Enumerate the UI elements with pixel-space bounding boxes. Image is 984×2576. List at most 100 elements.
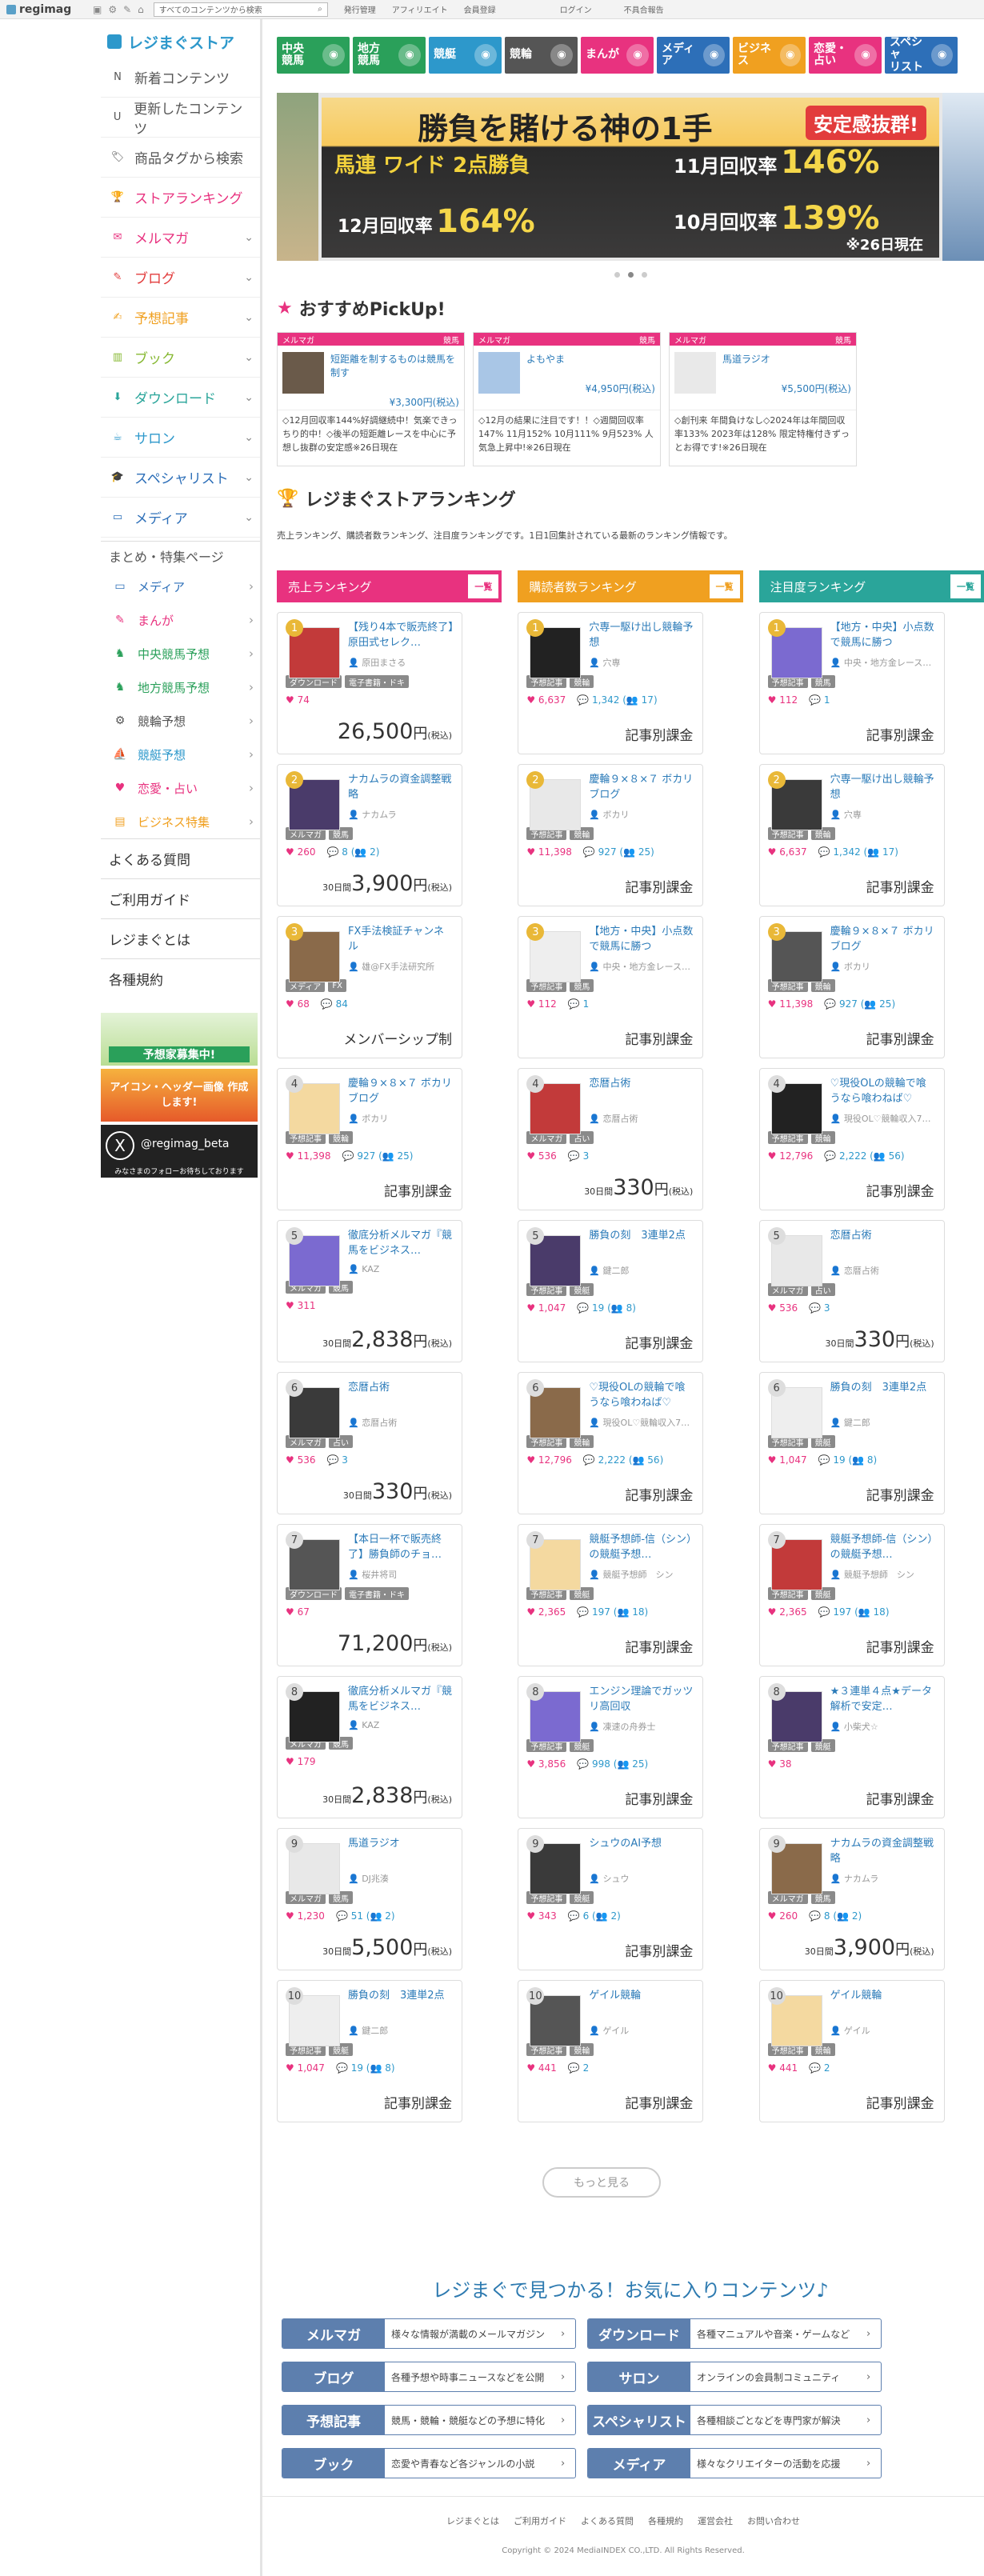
link-login[interactable]: ログイン	[560, 3, 592, 15]
pickup-card[interactable]: メルマガ 競馬 よもやま ¥4,950円(税込) ◇12月の結果に注目です！！◇週間回収…	[473, 332, 661, 466]
content-title[interactable]: 恋暦占術	[589, 1077, 694, 1107]
special-item[interactable]: ⚙ 競輪予想 ›	[101, 704, 260, 738]
content-title[interactable]: FX手法検証チャンネル	[348, 925, 454, 955]
slide-prev[interactable]	[277, 93, 318, 261]
ranking-card[interactable]: 6 勝負の刻 3連単2点 👤 鍵二郎 予想記事 競艇 ♥ 1,047 💬 19 (👥 8) 記…	[758, 1372, 945, 1514]
ranking-card[interactable]: 4 ♡現役OLの競輪で喰うなら喰わねば♡ 👤 現役OL♡競輪収入7… 予想記事 競輪 ♥ …	[758, 1068, 945, 1210]
ranking-card[interactable]: 9 ナカムラの資金調整戦略 👤 ナカムラ メルマガ 競馬 ♥ 260 💬 8 (👥 2) 30…	[758, 1828, 945, 1970]
content-title[interactable]: 穴専一駆け出し競輪予想	[830, 773, 936, 803]
footer-link[interactable]: 運営会社	[698, 2514, 733, 2527]
pickup-title[interactable]: 短距離を制するものは競馬を制す	[330, 352, 459, 379]
brand-logo[interactable]: regimag	[6, 3, 93, 16]
content-title[interactable]: エンジン理論でガッツリ高回収	[589, 1685, 694, 1715]
more-button[interactable]: もっと見る	[542, 2167, 661, 2198]
ranking-card[interactable]: 7 競艇予想師-信（シン）の競艇予想… 👤 競艇予想師 シン 予想記事 競艇 ♥ 2,36…	[758, 1524, 945, 1666]
dot-active[interactable]	[627, 272, 634, 278]
sidebar-item[interactable]: N 新着コンテンツ	[101, 58, 260, 98]
ranking-card[interactable]: 2 ナカムラの資金調整戦略 👤 ナカムラ メルマガ 競馬 ♥ 260 💬 8 (👥 2) 30…	[277, 764, 462, 906]
content-title[interactable]: シュウのAI予想	[589, 1837, 694, 1867]
sidebar-link[interactable]: 各種規約	[101, 958, 260, 998]
sidebar-link[interactable]: ご利用ガイド	[101, 878, 260, 918]
category-button[interactable]: 地方 競馬 ◉	[353, 37, 426, 74]
content-type-link[interactable]: 予想記事 競馬・競輪・競艇などの予想に特化 ›	[282, 2405, 576, 2435]
content-title[interactable]: ナカムラの資金調整戦略	[830, 1837, 936, 1867]
special-item[interactable]: ▤ ビジネス特集 ›	[101, 805, 260, 838]
dot[interactable]	[614, 272, 620, 278]
content-type-link[interactable]: ダウンロード 各種マニュアルや音楽・ゲームなど ›	[587, 2318, 882, 2349]
content-title[interactable]: 穴専一駆け出し競輪予想	[589, 621, 694, 651]
ranking-card[interactable]: 2 穴専一駆け出し競輪予想 👤 穴専 予想記事 競輪 ♥ 6,637 💬 1,342 (👥 …	[758, 764, 945, 906]
chevron-down-icon[interactable]: ⌄	[244, 431, 254, 444]
category-button[interactable]: まんが ◉	[581, 37, 654, 74]
hero-slide[interactable]: 勝負を賭ける神の1手 安定感抜群! 馬連 ワイド 2点勝負 11月回収率 146…	[322, 98, 939, 258]
ranking-card[interactable]: 5 勝負の刻 3連単2点 👤 鍵二郎 予想記事 競艇 ♥ 1,047 💬 19 (👥 8) 記…	[518, 1220, 704, 1362]
sidebar-item[interactable]: 🏆 ストアランキング	[101, 178, 260, 218]
ranking-card[interactable]: 5 恋暦占術 👤 恋暦占術 メルマガ 占い ♥ 536 💬 3 30日間330円(税込)	[758, 1220, 945, 1362]
chevron-down-icon[interactable]: ⌄	[244, 511, 254, 524]
search-input[interactable]: すべてのコンテンツから検索 ⌕	[153, 2, 328, 17]
content-type-link[interactable]: ブック 恋愛や青春など各ジャンルの小説 ›	[282, 2448, 576, 2478]
ranking-card[interactable]: 10 勝負の刻 3連単2点 👤 鍵二郎 予想記事 競艇 ♥ 1,047 💬 19 (👥 8)…	[277, 1980, 462, 2122]
footer-link[interactable]: レジまぐとは	[446, 2514, 499, 2527]
sidebar-item[interactable]: ☕ サロン ⌄	[101, 418, 260, 458]
category-button[interactable]: 競輪 ◉	[505, 37, 578, 74]
sidebar-item[interactable]: 🎓 スペシャリスト ⌄	[101, 458, 260, 498]
content-title[interactable]: 競艇予想師-信（シン）の競艇予想…	[589, 1533, 694, 1563]
content-title[interactable]: 勝負の刻 3連単2点	[348, 1989, 454, 2019]
link-register[interactable]: 会員登録	[464, 3, 496, 15]
ranking-card[interactable]: 3 FX手法検証チャンネル 👤 雄@FX手法研究所 メディア FX ♥ 68 💬 84 メンバ…	[277, 916, 462, 1058]
pickup-card[interactable]: メルマガ 競馬 短距離を制するものは競馬を制す ¥3,300円(税込) ◇12月回収率1…	[277, 332, 465, 466]
banner-x[interactable]: X @regimag_beta みなさまのフォローお待ちしております	[101, 1125, 258, 1178]
pickup-title[interactable]: よもやま	[526, 352, 655, 366]
ranking-card[interactable]: 7 【本日一杯で販売終了】勝負師のチョ… 👤 桜井将司 ダウンロード 電子書籍・ドキ ♥ …	[277, 1524, 462, 1666]
category-button[interactable]: 中央 競馬 ◉	[277, 37, 350, 74]
ranking-card[interactable]: 4 恋暦占術 👤 恋暦占術 メルマガ 占い ♥ 536 💬 3 30日間330円(税込)	[518, 1068, 704, 1210]
ranking-card[interactable]: 3 【地方・中央】小点数で競馬に勝つ 👤 中央・地方金レース… 予想記事 競馬 ♥ 112…	[518, 916, 704, 1058]
chevron-down-icon[interactable]: ⌄	[244, 471, 254, 484]
chevron-down-icon[interactable]: ⌄	[244, 391, 254, 404]
content-tag[interactable]: 電子書籍・ドキ	[345, 675, 409, 688]
category-button[interactable]: ビジネス ◉	[733, 37, 806, 74]
banner-icon-header[interactable]: アイコン・ヘッダー画像 作成します!	[101, 1069, 258, 1122]
category-button[interactable]: メディア ◉	[657, 37, 730, 74]
footer-link[interactable]: お問い合わせ	[747, 2514, 800, 2527]
special-item[interactable]: ♞ 地方競馬予想 ›	[101, 670, 260, 704]
content-type-link[interactable]: スペシャリスト 各種相談ごとなどを専門家が解決 ›	[587, 2405, 882, 2435]
ranking-card[interactable]: 9 馬道ラジオ 👤 DJ兆湊 メルマガ 競馬 ♥ 1,230 💬 51 (👥 2) 30日間5…	[277, 1828, 462, 1970]
hero-slider[interactable]: 勝負を賭ける神の1手 安定感抜群! 馬連 ワイド 2点勝負 11月回収率 146…	[277, 93, 984, 261]
sidebar-item[interactable]: 🏷 商品タグから検索	[101, 138, 260, 178]
sidebar-item[interactable]: ✎ ブログ ⌄	[101, 258, 260, 298]
pen-icon[interactable]: ✎	[123, 4, 131, 15]
store-logo[interactable]: レジまぐストア	[101, 26, 260, 58]
sidebar-item[interactable]: ▭ メディア ⌄	[101, 498, 260, 538]
content-type-link[interactable]: メディア 様々なクリエイターの活動を応援 ›	[587, 2448, 882, 2478]
ranking-card[interactable]: 8 徹底分析メルマガ『競馬をビジネス… 👤 KAZ メルマガ 競馬 ♥ 179 30日間2,…	[277, 1676, 462, 1818]
category-button[interactable]: 競艇 ◉	[429, 37, 502, 74]
sidebar-link[interactable]: よくある質問	[101, 838, 260, 878]
sidebar-item[interactable]: ⬇ ダウンロード ⌄	[101, 378, 260, 418]
ranking-card[interactable]: 10 ゲイル競輪 👤 ゲイル 予想記事 競輪 ♥ 441 💬 2 記事別課金	[518, 1980, 704, 2122]
category-button[interactable]: スペシャ リスト ◉	[885, 36, 958, 74]
content-tag[interactable]: 電子書籍・ドキ	[345, 1587, 409, 1600]
banner-forecaster[interactable]: 予想家募集中!	[101, 1013, 258, 1066]
chevron-down-icon[interactable]: ⌄	[244, 231, 254, 244]
content-title[interactable]: 競艇予想師-信（シン）の競艇予想…	[830, 1533, 936, 1563]
ranking-card[interactable]: 1 穴専一駆け出し競輪予想 👤 穴専 予想記事 競輪 ♥ 6,637 💬 1,342 (👥 …	[518, 612, 704, 754]
content-title[interactable]: ゲイル競輪	[830, 1989, 936, 2019]
gear-icon[interactable]: ⚙	[108, 4, 117, 15]
content-title[interactable]: 慶輪９×８×７ ボカリブログ	[348, 1077, 454, 1107]
sidebar-item[interactable]: ✍ 予想記事 ⌄	[101, 298, 260, 338]
dot[interactable]	[641, 272, 647, 278]
sidebar-item[interactable]: U 更新したコンテンツ	[101, 98, 260, 138]
ranking-card[interactable]: 10 ゲイル競輪 👤 ゲイル 予想記事 競輪 ♥ 441 💬 2 記事別課金	[758, 1980, 945, 2122]
sidebar-item[interactable]: ▥ ブック ⌄	[101, 338, 260, 378]
content-title[interactable]: ナカムラの資金調整戦略	[348, 773, 454, 803]
ranking-card[interactable]: 4 慶輪９×８×７ ボカリブログ 👤 ボカリ 予想記事 競輪 ♥ 11,398 💬 927 …	[277, 1068, 462, 1210]
content-title[interactable]: 馬道ラジオ	[348, 1837, 454, 1867]
content-type-link[interactable]: サロン オンラインの会員制コミュニティ ›	[587, 2362, 882, 2392]
chevron-down-icon[interactable]: ⌄	[244, 271, 254, 284]
footer-link[interactable]: ご利用ガイド	[514, 2514, 566, 2527]
special-item[interactable]: ♥ 恋愛・占い ›	[101, 771, 260, 805]
link-bug-report[interactable]: 不具合報告	[624, 3, 664, 15]
view-all-button[interactable]: 一覧	[468, 574, 499, 598]
